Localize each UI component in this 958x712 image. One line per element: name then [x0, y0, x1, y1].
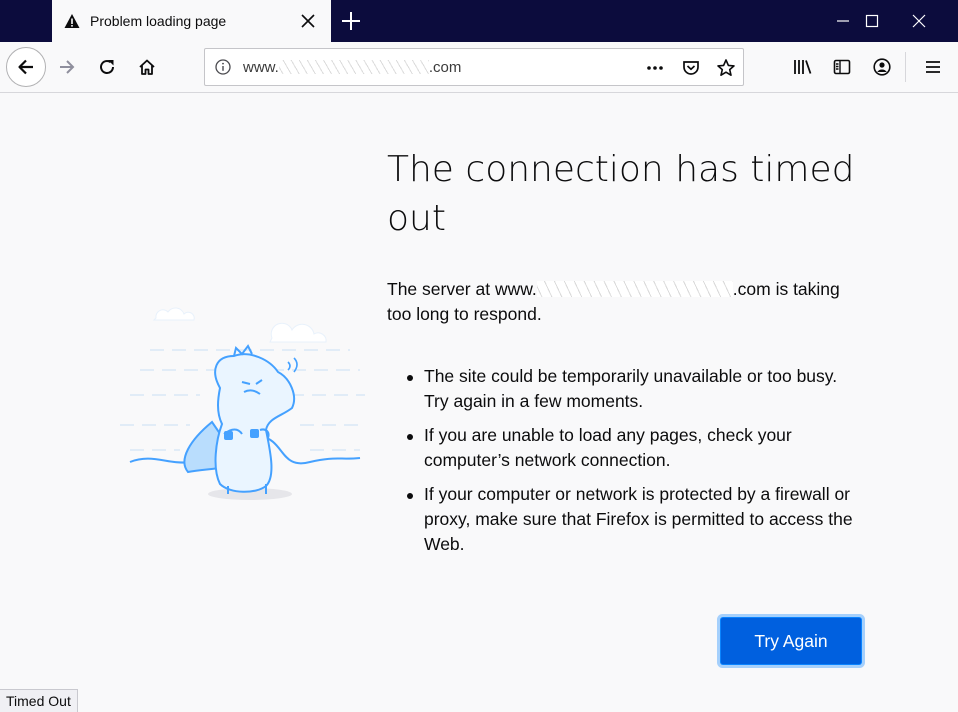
star-icon[interactable] — [716, 58, 736, 78]
url-redacted-host — [278, 60, 429, 74]
info-icon[interactable] — [215, 59, 231, 75]
try-again-button[interactable]: Try Again — [721, 618, 861, 664]
back-button[interactable] — [6, 47, 46, 87]
sidebar-button[interactable] — [825, 50, 859, 84]
navigation-toolbar: www. .com — [0, 42, 958, 93]
menu-icon — [926, 61, 940, 73]
list-item-text: If you are unable to load any pages, che… — [424, 425, 792, 470]
account-button[interactable] — [865, 50, 899, 84]
home-icon — [139, 59, 155, 75]
forward-button[interactable] — [50, 50, 84, 84]
toolbar-separator — [905, 52, 906, 82]
library-icon — [794, 60, 812, 74]
reload-icon — [100, 60, 114, 74]
plus-icon[interactable] — [340, 10, 362, 32]
more-icon[interactable] — [645, 58, 665, 78]
reload-button[interactable] — [90, 50, 124, 84]
status-panel: Timed Out — [0, 689, 78, 712]
redacted-host — [536, 281, 733, 297]
maximize-icon — [865, 14, 879, 28]
library-button[interactable] — [785, 50, 819, 84]
list-item-text: The site could be temporarily unavailabl… — [424, 366, 838, 411]
desc-prefix: The server at www. — [387, 279, 537, 299]
list-item-text: If your computer or network is protected… — [424, 484, 853, 554]
sidebar-icon — [833, 59, 851, 75]
account-icon — [873, 58, 891, 76]
bullet-icon — [407, 493, 413, 499]
forward-icon — [60, 60, 75, 74]
tab-problem-loading[interactable]: Problem loading page — [52, 0, 331, 42]
bullet-icon — [407, 434, 413, 440]
bullet-icon — [407, 375, 413, 381]
list-item: If your computer or network is protected… — [387, 482, 857, 557]
address-bar[interactable]: www. .com — [204, 48, 744, 86]
home-button[interactable] — [130, 50, 164, 84]
minimize-icon — [837, 20, 849, 22]
error-title: The connection has timed out — [387, 149, 855, 239]
error-suggestions-list: The site could be temporarily unavailabl… — [387, 364, 857, 566]
title-bar: Problem loading page — [0, 0, 958, 42]
close-icon[interactable] — [299, 12, 317, 30]
warning-icon — [64, 14, 80, 28]
back-icon — [18, 59, 33, 75]
maximize-button[interactable] — [849, 0, 895, 42]
url-suffix: .com — [428, 59, 462, 76]
url-prefix: www. — [243, 59, 279, 76]
list-item: The site could be temporarily unavailabl… — [387, 364, 857, 414]
error-description: The server at www. .com is taking too lon… — [387, 277, 857, 327]
close-icon — [912, 14, 926, 28]
unplugged-dino-illustration — [120, 307, 365, 500]
url-text[interactable]: www. .com — [243, 59, 461, 76]
list-item: If you are unable to load any pages, che… — [387, 423, 857, 473]
menu-button[interactable] — [916, 50, 950, 84]
tab-title: Problem loading page — [90, 13, 227, 29]
pocket-icon[interactable] — [681, 58, 701, 78]
window-close-button[interactable] — [896, 0, 942, 42]
